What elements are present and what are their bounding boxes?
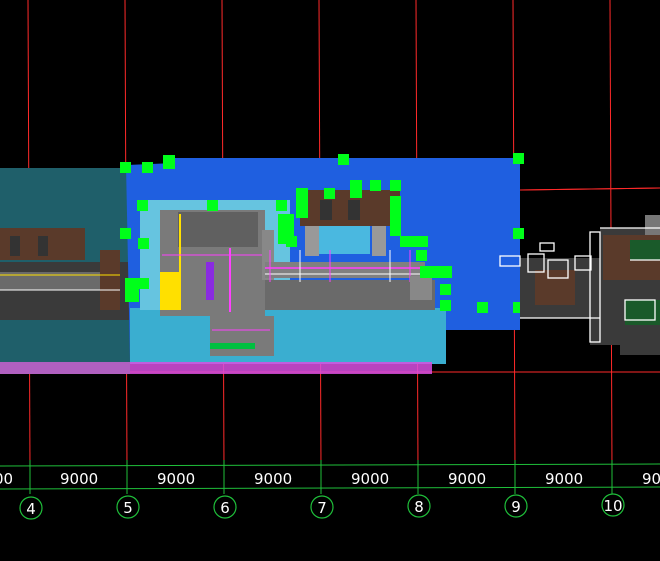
dimension-span-7-8: 9000 [351, 470, 389, 488]
dimension-span-8-9: 9000 [448, 470, 486, 488]
dimension-span-left-partial: 00 [0, 470, 13, 488]
dimension-span-5-6: 9000 [157, 470, 195, 488]
axis-label-6[interactable]: 6 [220, 499, 230, 517]
dimension-span-right-partial: 90 [642, 470, 660, 488]
axis-label-7[interactable]: 7 [317, 499, 327, 517]
dimension-span-6-7: 9000 [254, 470, 292, 488]
axis-label-8[interactable]: 8 [414, 498, 424, 516]
dimension-span-4-5: 9000 [60, 470, 98, 488]
left-building-block[interactable] [0, 168, 130, 374]
dimension-span-9-10: 9000 [545, 470, 583, 488]
axis-label-9[interactable]: 9 [511, 498, 521, 516]
axis-label-10[interactable]: 10 [603, 497, 622, 515]
cad-drawing-canvas[interactable]: 00 9000 9000 9000 9000 9000 9000 90 4 5 … [0, 0, 660, 561]
axis-label-4[interactable]: 4 [26, 500, 36, 518]
axis-label-5[interactable]: 5 [123, 499, 133, 517]
